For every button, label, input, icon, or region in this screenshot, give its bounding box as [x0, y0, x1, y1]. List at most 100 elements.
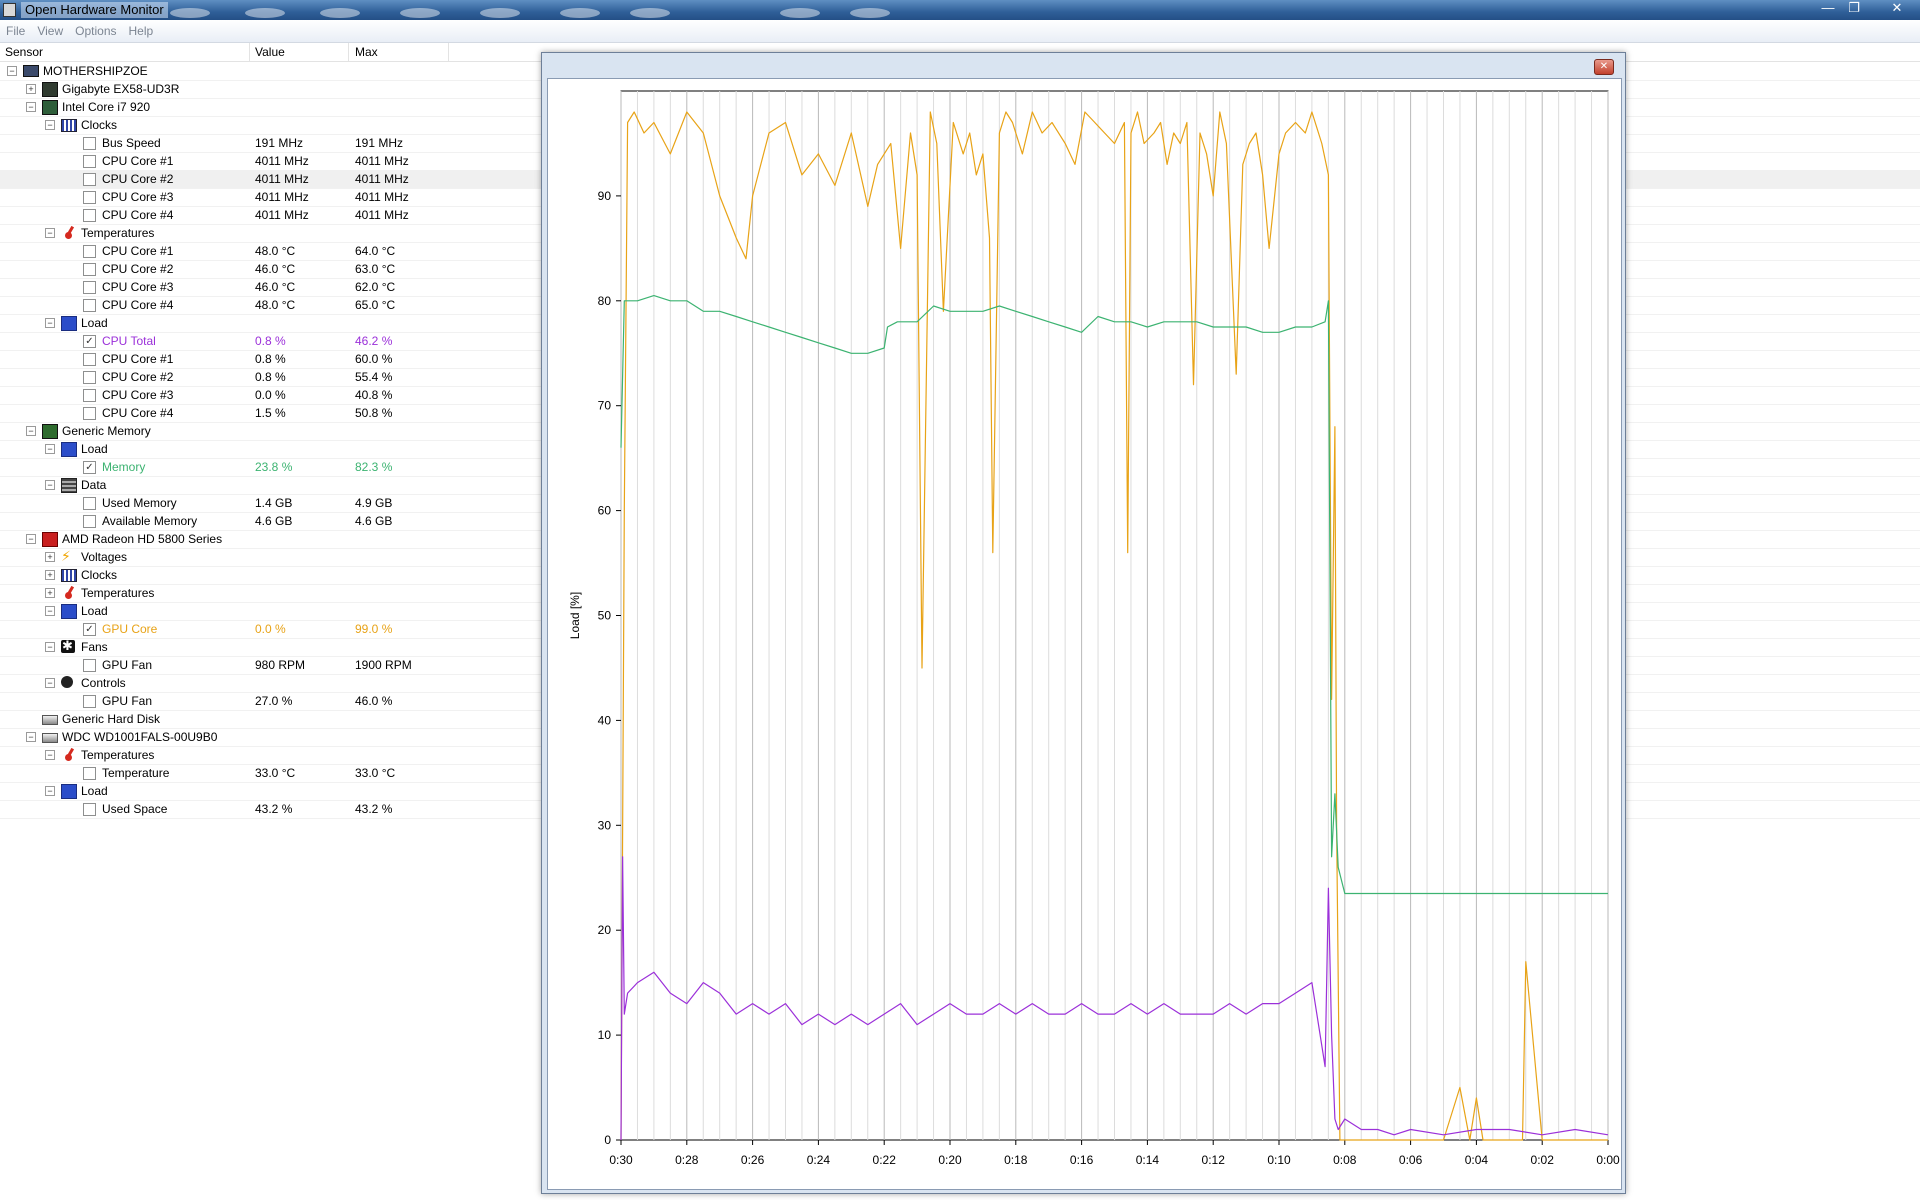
disk-icon: [42, 733, 58, 743]
sensor-value: 0.8 %: [255, 370, 286, 384]
y-tick-label: 0: [604, 1133, 611, 1147]
collapse-icon[interactable]: −: [45, 678, 55, 688]
expand-icon[interactable]: +: [45, 570, 55, 580]
temp-icon: [61, 748, 75, 761]
sensor-max: 4011 MHz: [355, 154, 409, 168]
collapse-icon[interactable]: −: [45, 606, 55, 616]
sensor-label: CPU Total: [102, 334, 156, 348]
sensor-max: 50.8 %: [355, 406, 393, 420]
temp-icon: [61, 226, 75, 239]
sensor-label: Load: [81, 316, 108, 330]
column-separator[interactable]: [249, 43, 250, 61]
sensor-max: 55.4 %: [355, 370, 393, 384]
plot-close-button[interactable]: ✕: [1594, 59, 1614, 75]
sensor-max: 33.0 °C: [355, 766, 396, 780]
y-tick-label: 40: [598, 713, 612, 727]
collapse-icon[interactable]: −: [45, 120, 55, 130]
expand-icon[interactable]: +: [26, 84, 36, 94]
sensor-max: 46.2 %: [355, 334, 393, 348]
plot-checkbox[interactable]: [83, 245, 96, 258]
plot-checkbox[interactable]: [83, 695, 96, 708]
plot-checkbox[interactable]: [83, 803, 96, 816]
plot-checkbox[interactable]: [83, 515, 96, 528]
y-tick-label: 30: [598, 818, 612, 832]
collapse-icon[interactable]: −: [45, 228, 55, 238]
column-sensor[interactable]: Sensor: [5, 45, 43, 59]
plot-checkbox[interactable]: [83, 389, 96, 402]
plot-checkbox[interactable]: [83, 191, 96, 204]
column-max[interactable]: Max: [355, 45, 378, 59]
collapse-icon[interactable]: −: [45, 786, 55, 796]
plot-checkbox[interactable]: [83, 299, 96, 312]
sensor-label: CPU Core #1: [102, 244, 174, 258]
plot-checkbox[interactable]: [83, 407, 96, 420]
collapse-icon[interactable]: −: [26, 732, 36, 742]
sensor-value: 46.0 °C: [255, 280, 296, 294]
sensor-label: Temperature: [102, 766, 170, 780]
column-separator[interactable]: [448, 43, 449, 61]
menu-options[interactable]: Options: [69, 20, 122, 42]
column-separator[interactable]: [348, 43, 349, 61]
plot-checkbox[interactable]: [83, 263, 96, 276]
plot-checkbox[interactable]: [83, 281, 96, 294]
plot-checkbox[interactable]: ✓: [83, 623, 96, 636]
app-icon: [3, 3, 16, 17]
sensor-value: 27.0 %: [255, 694, 293, 708]
maximize-button[interactable]: ❐: [1841, 0, 1867, 18]
sensor-max: 82.3 %: [355, 460, 393, 474]
sensor-value: 4011 MHz: [255, 208, 309, 222]
plot-checkbox[interactable]: [83, 371, 96, 384]
collapse-icon[interactable]: −: [26, 426, 36, 436]
collapse-icon[interactable]: −: [7, 66, 17, 76]
close-button[interactable]: ✕: [1880, 0, 1914, 18]
plot-checkbox[interactable]: [83, 659, 96, 672]
sensor-label: MOTHERSHIPZOE: [43, 64, 148, 78]
collapse-icon[interactable]: −: [26, 102, 36, 112]
x-tick-label: 0:14: [1136, 1153, 1160, 1167]
menu-help[interactable]: Help: [123, 20, 160, 42]
sensor-label: GPU Fan: [102, 658, 153, 672]
sensor-value: 0.8 %: [255, 334, 286, 348]
plot-checkbox[interactable]: [83, 497, 96, 510]
menu-view[interactable]: View: [31, 20, 69, 42]
expand-icon[interactable]: +: [45, 588, 55, 598]
y-tick-label: 60: [598, 504, 612, 518]
sensor-label: Fans: [81, 640, 108, 654]
sensor-value: 0.0 %: [255, 622, 286, 636]
plot-checkbox[interactable]: [83, 137, 96, 150]
sensor-label: Load: [81, 784, 108, 798]
sensor-label: GPU Core: [102, 622, 158, 636]
collapse-icon[interactable]: −: [45, 642, 55, 652]
x-tick-label: 0:08: [1333, 1153, 1357, 1167]
sensor-max: 4.9 GB: [355, 496, 393, 510]
plot-checkbox[interactable]: [83, 173, 96, 186]
x-tick-label: 0:16: [1070, 1153, 1094, 1167]
sensor-max: 99.0 %: [355, 622, 393, 636]
plot-checkbox[interactable]: ✓: [83, 335, 96, 348]
collapse-icon[interactable]: −: [45, 480, 55, 490]
load-icon: [61, 784, 77, 799]
ati-icon: [42, 532, 58, 547]
minimize-button[interactable]: —: [1815, 0, 1841, 18]
plot-checkbox[interactable]: [83, 353, 96, 366]
collapse-icon[interactable]: −: [45, 750, 55, 760]
collapse-icon[interactable]: −: [45, 318, 55, 328]
column-value[interactable]: Value: [255, 45, 285, 59]
expand-icon[interactable]: +: [45, 552, 55, 562]
sensor-max: 63.0 °C: [355, 262, 396, 276]
sensor-label: Voltages: [81, 550, 128, 564]
menu-file[interactable]: File: [0, 20, 31, 42]
plot-checkbox[interactable]: [83, 155, 96, 168]
computer-icon: [23, 65, 39, 77]
sensor-label: Used Space: [102, 802, 168, 816]
x-tick-label: 0:06: [1399, 1153, 1423, 1167]
sensor-label: CPU Core #2: [102, 370, 174, 384]
sensor-max: 191 MHz: [355, 136, 404, 150]
plot-checkbox[interactable]: [83, 209, 96, 222]
collapse-icon[interactable]: −: [26, 534, 36, 544]
plot-checkbox[interactable]: [83, 767, 96, 780]
plot-checkbox[interactable]: ✓: [83, 461, 96, 474]
y-tick-label: 80: [598, 294, 612, 308]
collapse-icon[interactable]: −: [45, 444, 55, 454]
x-tick-label: 0:10: [1267, 1153, 1291, 1167]
